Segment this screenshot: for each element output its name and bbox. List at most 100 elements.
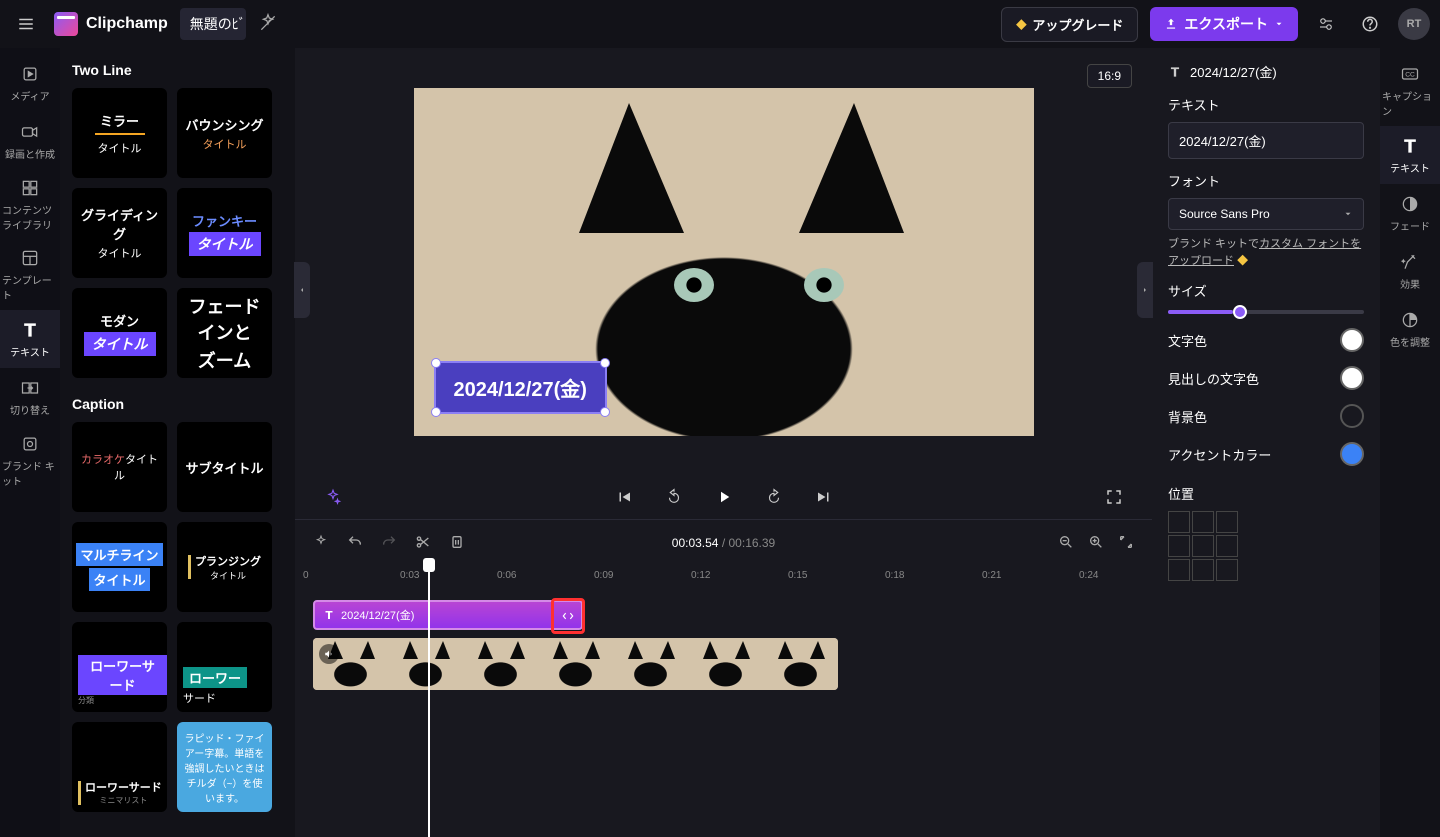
resize-handle[interactable] (431, 358, 441, 368)
skip-start-icon[interactable] (610, 483, 638, 511)
fullscreen-icon[interactable] (1100, 483, 1128, 511)
fit-timeline-icon[interactable] (1118, 534, 1134, 553)
nav-transition[interactable]: 切り替え (0, 368, 60, 426)
nav-template[interactable]: テンプレート (0, 240, 60, 310)
panel-collapse-right[interactable] (1137, 262, 1153, 318)
position-cell[interactable] (1216, 511, 1238, 533)
prop-label: 位置 (1168, 484, 1364, 503)
resize-handle[interactable] (431, 407, 441, 417)
zoom-in-icon[interactable] (1088, 534, 1104, 553)
position-cell[interactable] (1168, 535, 1190, 557)
text-presets-panel: Two Line ミラータイトルバウンシングタイトルグライディングタイトルファン… (60, 48, 295, 837)
nav-media[interactable]: メディア (0, 54, 60, 112)
settings-icon[interactable] (1310, 8, 1342, 40)
color-row: 見出しの文字色 (1168, 366, 1364, 390)
color-swatch[interactable] (1340, 366, 1364, 390)
ai-suggestions-icon[interactable] (258, 13, 278, 36)
avatar[interactable]: RT (1398, 8, 1430, 40)
text-preset[interactable]: ローワーサード分類 (72, 622, 167, 712)
position-cell[interactable] (1168, 559, 1190, 581)
preview-and-timeline: 16:9 2024/12/27(金) (295, 48, 1152, 837)
auto-enhance-icon[interactable] (319, 483, 347, 511)
upgrade-button[interactable]: ◆アップグレード (1001, 7, 1138, 42)
color-swatch[interactable] (1340, 328, 1364, 352)
slider-thumb[interactable] (1233, 305, 1247, 319)
text-preset[interactable]: グライディングタイトル (72, 188, 167, 278)
timecode: 00:03.54 / 00:16.39 (672, 536, 775, 550)
audio-icon[interactable] (319, 644, 339, 664)
position-cell[interactable] (1168, 511, 1190, 533)
text-preset[interactable]: バウンシングタイトル (177, 88, 272, 178)
diamond-icon: ◆ (1016, 16, 1026, 32)
prop-tab-cc[interactable]: CCキャプション (1380, 56, 1440, 126)
position-cell[interactable] (1216, 559, 1238, 581)
chevron-down-icon (1343, 209, 1353, 219)
split-icon[interactable] (415, 534, 431, 553)
text-clip[interactable]: 2024/12/27(金) (313, 600, 583, 630)
menu-button[interactable] (10, 8, 42, 40)
text-icon (1168, 65, 1182, 79)
play-button[interactable] (710, 483, 738, 511)
nav-library[interactable]: コンテンツライブラリ (0, 170, 60, 240)
tracks-area[interactable]: 2024/12/27(金) (295, 590, 1152, 837)
prop-tab-adjust[interactable]: 色を調整 (1380, 300, 1440, 358)
clipchamp-icon (54, 12, 78, 36)
text-icon (323, 609, 335, 621)
text-preset[interactable]: ミラータイトル (72, 88, 167, 178)
resize-handle[interactable] (600, 407, 610, 417)
text-preset[interactable]: マルチラインタイトル (72, 522, 167, 612)
video-canvas[interactable]: 2024/12/27(金) (414, 88, 1034, 436)
properties-panel: 2024/12/27(金) テキスト フォント Source Sans Pro … (1152, 48, 1380, 837)
color-swatch[interactable] (1340, 442, 1364, 466)
prop-label: テキスト (1168, 95, 1364, 114)
prop-tab-text[interactable]: テキスト (1380, 126, 1440, 184)
text-preset[interactable]: ラピッド・ファイアー字幕。単語を強調したいときはチルダ（~）を使います。 (177, 722, 272, 812)
player-controls (295, 475, 1152, 519)
prop-tab-fade[interactable]: フェード (1380, 184, 1440, 242)
text-preset[interactable]: サブタイトル (177, 422, 272, 512)
text-preset[interactable]: カラオケタイトル (72, 422, 167, 512)
font-select[interactable]: Source Sans Pro (1168, 198, 1364, 230)
text-preset[interactable]: プランジングタイトル (177, 522, 272, 612)
position-cell[interactable] (1192, 559, 1214, 581)
video-clip[interactable] (313, 638, 838, 690)
resize-handle[interactable] (600, 358, 610, 368)
export-button[interactable]: エクスポート (1150, 7, 1298, 41)
playhead[interactable] (428, 566, 430, 837)
text-preset[interactable]: フェードインとズーム (177, 288, 272, 378)
logo: Clipchamp (54, 12, 168, 36)
skip-end-icon[interactable] (810, 483, 838, 511)
undo-icon[interactable] (347, 534, 363, 553)
clip-trim-handle[interactable] (551, 598, 585, 634)
nav-record[interactable]: 録画と作成 (0, 112, 60, 170)
position-cell[interactable] (1192, 535, 1214, 557)
position-grid[interactable] (1168, 511, 1364, 581)
size-slider[interactable] (1168, 310, 1364, 314)
nav-text[interactable]: テキスト (0, 310, 60, 368)
text-content-input[interactable] (1168, 122, 1364, 159)
zoom-out-icon[interactable] (1058, 534, 1074, 553)
text-overlay-element[interactable]: 2024/12/27(金) (434, 361, 607, 414)
auto-compose-icon[interactable] (313, 534, 329, 553)
text-preset[interactable]: モダンタイトル (72, 288, 167, 378)
project-name-input[interactable]: 無題のﾋﾞ (180, 8, 246, 40)
selected-element-header: 2024/12/27(金) (1168, 62, 1364, 81)
position-cell[interactable] (1192, 511, 1214, 533)
text-preset[interactable]: ローワーサード (177, 622, 272, 712)
aspect-ratio-badge[interactable]: 16:9 (1087, 64, 1132, 88)
position-cell[interactable] (1216, 535, 1238, 557)
brand-kit-hint[interactable]: ブランド キットでカスタム フォントをアップロード ◆ (1168, 236, 1364, 269)
color-swatch[interactable] (1340, 404, 1364, 428)
panel-collapse-left[interactable] (294, 262, 310, 318)
prop-tab-fx[interactable]: 効果 (1380, 242, 1440, 300)
text-preset[interactable]: ローワーサードミニマリスト (72, 722, 167, 812)
forward-icon[interactable] (760, 483, 788, 511)
text-preset[interactable]: ファンキータイトル (177, 188, 272, 278)
rewind-icon[interactable] (660, 483, 688, 511)
nav-brand[interactable]: ブランド キット (0, 426, 60, 496)
help-icon[interactable] (1354, 8, 1386, 40)
preview-area: 16:9 2024/12/27(金) (295, 48, 1152, 475)
delete-icon[interactable] (449, 534, 465, 553)
redo-icon[interactable] (381, 534, 397, 553)
color-row: 背景色 (1168, 404, 1364, 428)
